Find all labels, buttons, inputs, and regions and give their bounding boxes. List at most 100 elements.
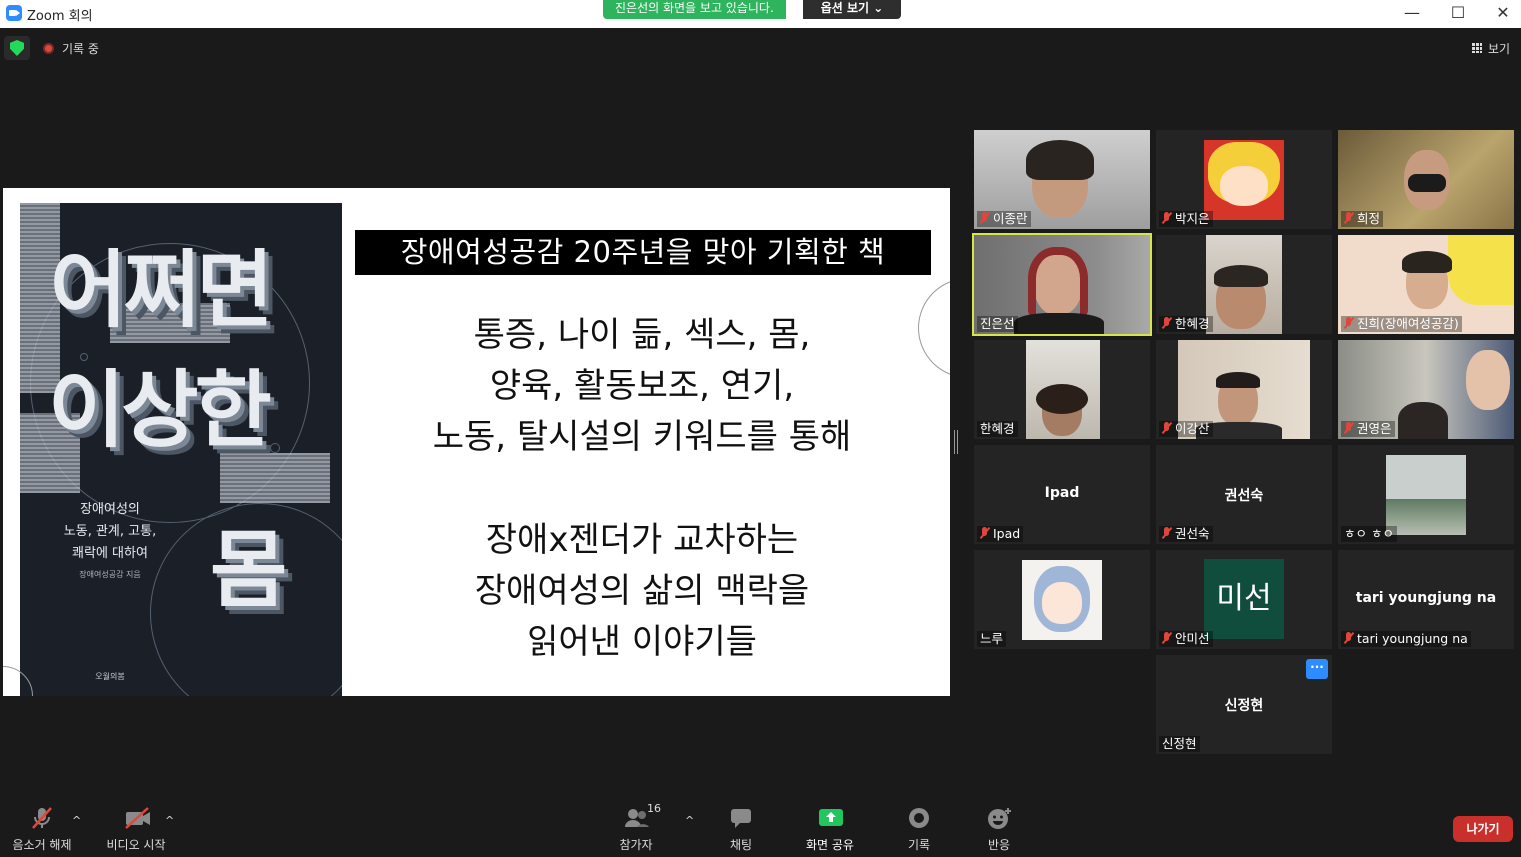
- minimize-button[interactable]: —: [1389, 0, 1435, 28]
- reactions-label: 반응: [987, 838, 1011, 852]
- participant-display-name: Ipad: [1044, 485, 1080, 501]
- close-icon: ✕: [1496, 3, 1510, 22]
- participant-name-label: 진은선: [977, 316, 1018, 332]
- record-label: 기록: [907, 838, 931, 852]
- participant-name: Ipad: [993, 526, 1021, 541]
- chat-label: 채팅: [729, 838, 753, 852]
- slide-line: 장애x젠더가 교차하는: [485, 520, 799, 560]
- book-publisher: 오월의봄: [95, 672, 125, 681]
- participant-name: 이종란: [993, 211, 1028, 226]
- participants-options-caret[interactable]: ^: [685, 814, 694, 827]
- participant-name-label: 권선숙: [1159, 526, 1213, 542]
- participant-name-label: 권영은: [1341, 421, 1395, 437]
- participant-tile[interactable]: 진희(장애여성공감): [1338, 235, 1514, 334]
- split-view-handle[interactable]: [954, 430, 958, 454]
- participant-name: 이강산: [1175, 421, 1210, 436]
- video-options-caret[interactable]: ^: [165, 814, 174, 827]
- book-title-line: 몸: [210, 521, 287, 619]
- start-video-button[interactable]: 비디오 시작: [104, 806, 168, 853]
- participant-tile[interactable]: 이강산: [1156, 340, 1332, 439]
- participant-tile[interactable]: 권영은: [1338, 340, 1514, 439]
- participant-tile[interactable]: 권선숙 권선숙: [1156, 445, 1332, 544]
- mic-muted-icon: [30, 806, 54, 829]
- participant-display-name: 권선숙: [1224, 488, 1264, 504]
- participant-background-art: [1448, 235, 1514, 305]
- participant-name: 진은선: [980, 316, 1015, 331]
- participant-name-label: 한혜경: [1159, 316, 1213, 332]
- more-options-button[interactable]: ···: [1306, 659, 1328, 679]
- participant-tile[interactable]: ㅎㅇ ㅎㅇ: [1338, 445, 1514, 544]
- participant-tile-active-speaker[interactable]: 진은선: [972, 233, 1152, 336]
- mic-muted-icon: [1344, 632, 1353, 644]
- participants-label: 참가자: [619, 838, 653, 852]
- participant-name: 권선숙: [1175, 526, 1210, 541]
- shared-screen: 어쩌면 이상한 몸 장애여성의 노동, 관계, 고통, 쾌락에 대하여 장애여성…: [3, 188, 950, 696]
- unmute-label: 음소거 해제: [12, 838, 72, 852]
- unmute-button[interactable]: 음소거 해제: [10, 806, 74, 853]
- leave-meeting-button[interactable]: 나가기: [1453, 816, 1513, 842]
- reactions-icon: [987, 806, 1011, 829]
- participant-tile[interactable]: 박지은: [1156, 130, 1332, 229]
- participant-tile[interactable]: 한혜경: [1156, 235, 1332, 334]
- book-title-line: 어쩌면: [50, 241, 274, 339]
- record-icon: [907, 806, 931, 828]
- maximize-button[interactable]: ☐: [1435, 0, 1481, 28]
- chevron-down-icon: ⌄: [873, 1, 884, 15]
- participant-name-label: 진희(장애여성공감): [1341, 316, 1462, 332]
- book-author: 장애여성공감 지음: [79, 570, 141, 579]
- participant-tile[interactable]: Ipad Ipad: [974, 445, 1150, 544]
- participant-name: 한혜경: [1175, 316, 1210, 331]
- participant-name: 한혜경: [980, 421, 1015, 436]
- book-cover-image: 어쩌면 이상한 몸 장애여성의 노동, 관계, 고통, 쾌락에 대하여 장애여성…: [20, 203, 342, 696]
- participant-name: 신정현: [1162, 736, 1197, 751]
- sharing-banner: 진은선의 화면을 보고 있습니다.: [603, 0, 786, 19]
- close-button[interactable]: ✕: [1480, 0, 1521, 28]
- recording-label: 기록 중: [62, 42, 99, 56]
- mic-muted-icon: [980, 527, 989, 539]
- mic-muted-icon: [1162, 632, 1171, 644]
- participant-tile[interactable]: 한혜경: [974, 340, 1150, 439]
- participant-name: 권영은: [1357, 421, 1392, 436]
- window-title: Zoom 회의: [27, 9, 93, 24]
- record-button[interactable]: 기록: [899, 806, 939, 853]
- recording-icon: [43, 43, 54, 54]
- participant-name-label: 느루: [977, 631, 1007, 647]
- participant-child: [1398, 402, 1448, 439]
- participant-name-label: tari youngjung na: [1341, 631, 1471, 647]
- minimize-icon: —: [1404, 3, 1420, 22]
- chat-button[interactable]: 채팅: [720, 806, 762, 853]
- participant-tile[interactable]: tari youngjung na tari youngjung na: [1338, 550, 1514, 649]
- participant-name-label: Ipad: [977, 526, 1024, 542]
- participant-tile[interactable]: 희정: [1338, 130, 1514, 229]
- reactions-button[interactable]: 반응: [979, 806, 1019, 853]
- participant-hair: [1026, 140, 1094, 180]
- view-button[interactable]: 보기: [1466, 38, 1516, 58]
- view-label: 보기: [1488, 42, 1511, 56]
- security-badge[interactable]: [4, 36, 30, 60]
- participant-name-label: 이종란: [977, 211, 1031, 227]
- participant-tile[interactable]: 미선 안미선: [1156, 550, 1332, 649]
- participants-icon: 16: [624, 802, 661, 828]
- participant-shoulders: [1014, 313, 1104, 334]
- participant-avatar-text: 미선: [1204, 559, 1284, 639]
- participant-name: 희정: [1357, 211, 1381, 226]
- share-screen-button[interactable]: 화면 공유: [801, 806, 859, 853]
- participants-button[interactable]: 16 참가자: [610, 802, 662, 853]
- view-options-button[interactable]: 옵션 보기 ⌄: [803, 0, 901, 19]
- participant-tile[interactable]: 느루: [974, 550, 1150, 649]
- participant-avatar-image: [1386, 455, 1466, 535]
- slide-line: 양육, 활동보조, 연기,: [489, 366, 795, 406]
- participant-tile[interactable]: ··· 신정현 신정현: [1156, 655, 1332, 754]
- participant-name: 박지은: [1175, 211, 1210, 226]
- participant-face: [1466, 350, 1510, 410]
- participant-hair: [1036, 384, 1088, 414]
- book-subtitle-line: 장애여성의: [80, 502, 140, 517]
- participant-tile[interactable]: 이종란: [974, 130, 1150, 229]
- mic-muted-icon: [980, 212, 989, 224]
- participant-name-label: 이강산: [1159, 421, 1213, 437]
- participant-name: 진희(장애여성공감): [1357, 316, 1459, 331]
- start-video-label: 비디오 시작: [106, 838, 166, 852]
- maximize-icon: ☐: [1450, 3, 1466, 22]
- audio-options-caret[interactable]: ^: [72, 814, 81, 827]
- slide-line: 통증, 나이 듦, 섹스, 몸,: [473, 315, 811, 355]
